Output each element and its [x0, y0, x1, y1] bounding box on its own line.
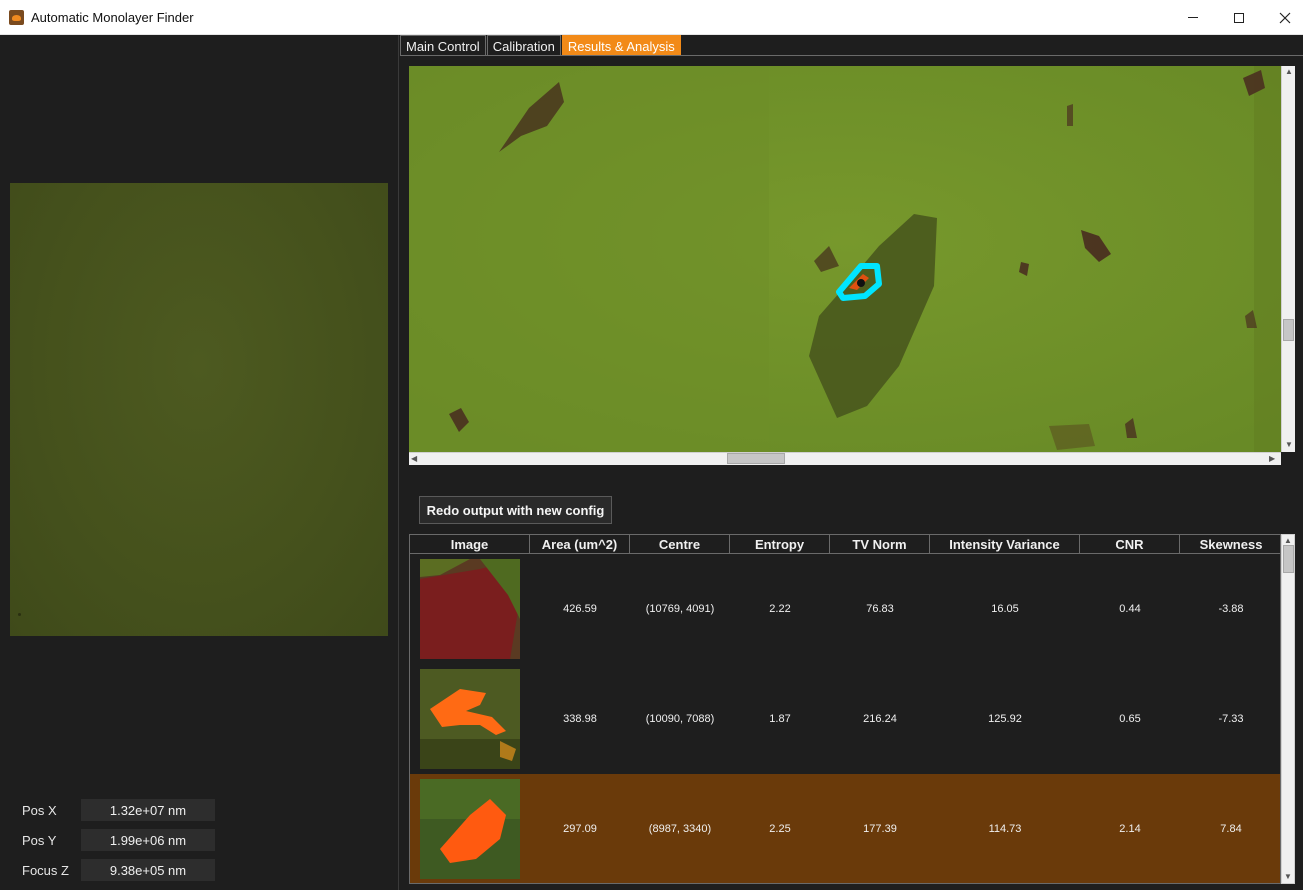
col-header-cnr[interactable]: CNR — [1080, 535, 1180, 554]
focus-z-label: Focus Z — [22, 862, 69, 878]
panel-divider — [398, 35, 399, 890]
cell-centre: (10769, 4091) — [645, 603, 715, 615]
pos-x-value: 1.32e+07 nm — [81, 799, 215, 821]
tab-results-analysis[interactable]: Results & Analysis — [561, 35, 681, 56]
pos-x-label: Pos X — [22, 802, 57, 818]
viewer-vertical-scrollbar[interactable]: ▲ ▼ — [1281, 66, 1295, 452]
scroll-down-icon[interactable]: ▼ — [1285, 440, 1293, 450]
title-bar: Automatic Monolayer Finder — [0, 0, 1303, 35]
close-icon — [1279, 12, 1291, 23]
col-header-area[interactable]: Area (um^2) — [530, 535, 630, 554]
viewer-vscroll-thumb[interactable] — [1283, 319, 1294, 341]
col-header-intensity-variance[interactable]: Intensity Variance — [930, 535, 1080, 554]
tab-bar: Main Control Calibration Results & Analy… — [400, 35, 682, 56]
cell-entropy: 1.87 — [769, 713, 791, 725]
cell-area: 297.09 — [563, 823, 597, 835]
cell-skewness: -7.33 — [1218, 713, 1244, 725]
viewer-hscroll-thumb[interactable] — [727, 453, 785, 464]
table-header: Image Area (um^2) Centre Entropy TV Norm… — [410, 535, 1280, 554]
cell-area: 426.59 — [563, 603, 597, 615]
cell-tv-norm: 177.39 — [863, 823, 897, 835]
col-header-skewness[interactable]: Skewness — [1180, 535, 1280, 554]
pos-x-row: Pos X 1.32e+07 nm — [22, 799, 215, 821]
table-vertical-scrollbar[interactable]: ▲ ▼ — [1281, 534, 1295, 884]
col-header-tv-norm[interactable]: TV Norm — [830, 535, 930, 554]
table-scroll-down-icon[interactable]: ▼ — [1284, 872, 1292, 882]
cell-intensity-variance: 125.92 — [988, 713, 1022, 725]
app-icon — [9, 10, 24, 25]
table-row-selected[interactable]: 297.09 (8987, 3340) 2.25 177.39 114.73 2… — [410, 774, 1280, 883]
flake-thumbnail — [420, 559, 520, 659]
scroll-right-icon[interactable]: ▶ — [1269, 454, 1275, 464]
focus-z-value: 9.38e+05 nm — [81, 859, 215, 881]
table-vscroll-thumb[interactable] — [1283, 545, 1294, 573]
tab-main-control[interactable]: Main Control — [400, 35, 486, 56]
cell-skewness: 7.84 — [1220, 823, 1242, 835]
cell-image — [410, 774, 530, 883]
pos-y-value: 1.99e+06 nm — [81, 829, 215, 851]
live-camera-view — [10, 183, 388, 636]
table-row[interactable]: 338.98 (10090, 7088) 1.87 216.24 125.92 … — [410, 664, 1280, 774]
cell-entropy: 2.25 — [769, 823, 791, 835]
cell-image — [410, 554, 530, 664]
cell-cnr: 0.44 — [1119, 603, 1141, 615]
cell-cnr: 2.14 — [1119, 823, 1141, 835]
cell-entropy: 2.22 — [769, 603, 791, 615]
tab-calibration[interactable]: Calibration — [486, 35, 561, 56]
redo-output-button[interactable]: Redo output with new config — [419, 496, 612, 524]
speck — [18, 613, 21, 616]
cell-skewness: -3.88 — [1218, 603, 1244, 615]
focus-z-row: Focus Z 9.38e+05 nm — [22, 859, 215, 881]
cell-centre: (10090, 7088) — [645, 713, 715, 725]
flake-thumbnail — [420, 779, 520, 879]
stitched-image-viewer[interactable] — [409, 66, 1281, 452]
cell-tv-norm: 216.24 — [863, 713, 897, 725]
flake-thumbnail — [420, 669, 520, 769]
scroll-up-icon[interactable]: ▲ — [1285, 67, 1293, 77]
window-title: Automatic Monolayer Finder — [31, 10, 194, 25]
minimize-icon — [1188, 17, 1198, 18]
cell-tv-norm: 76.83 — [866, 603, 894, 615]
left-panel: Pos X 1.32e+07 nm Pos Y 1.99e+06 nm Focu… — [0, 35, 398, 890]
table-row[interactable]: 426.59 (10769, 4091) 2.22 76.83 16.05 0.… — [410, 554, 1280, 664]
maximize-icon — [1234, 12, 1244, 23]
maximize-button[interactable] — [1216, 0, 1262, 35]
results-table: Image Area (um^2) Centre Entropy TV Norm… — [409, 534, 1281, 884]
microscope-image — [409, 66, 1281, 452]
pos-y-row: Pos Y 1.99e+06 nm — [22, 829, 215, 851]
cell-cnr: 0.65 — [1119, 713, 1141, 725]
cell-image — [410, 664, 530, 774]
cell-intensity-variance: 16.05 — [991, 603, 1019, 615]
col-header-entropy[interactable]: Entropy — [730, 535, 830, 554]
viewer-horizontal-scrollbar[interactable]: ◀ ▶ — [409, 452, 1281, 465]
cell-centre: (8987, 3340) — [648, 823, 712, 835]
scroll-left-icon[interactable]: ◀ — [411, 454, 417, 464]
cell-intensity-variance: 114.73 — [988, 823, 1022, 835]
tab-underline — [400, 55, 1303, 56]
col-header-image[interactable]: Image — [410, 535, 530, 554]
close-button[interactable] — [1262, 0, 1303, 35]
minimize-button[interactable] — [1170, 0, 1216, 35]
col-header-centre[interactable]: Centre — [630, 535, 730, 554]
cell-area: 338.98 — [563, 713, 597, 725]
pos-y-label: Pos Y — [22, 832, 57, 848]
